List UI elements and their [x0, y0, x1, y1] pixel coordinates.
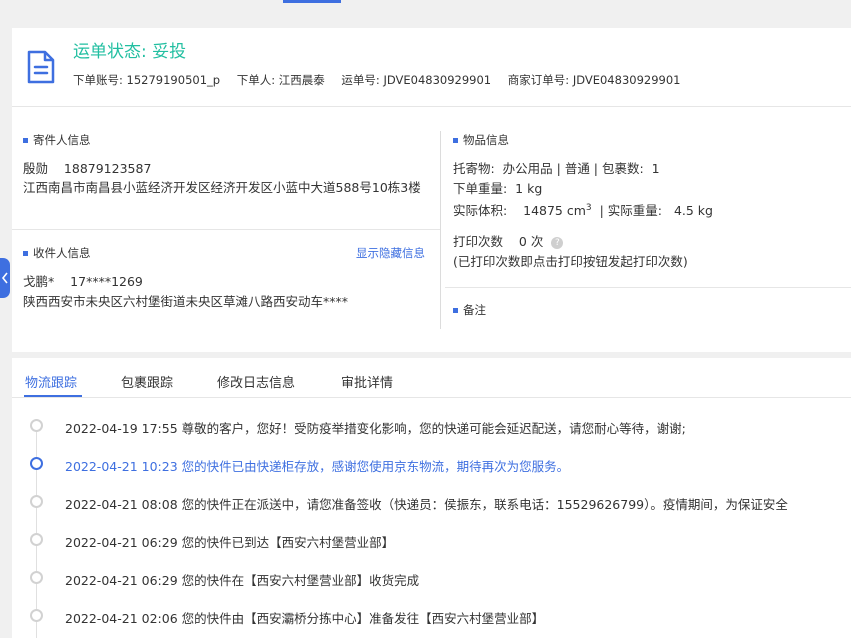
goods-item: 托寄物: 办公用品 | 普通 | 包裹数: 1 — [453, 161, 660, 176]
contacts-column: 寄件人信息 殷勋 18879123587 江西南昌市南昌县小蓝经济开发区经济开发… — [12, 107, 440, 353]
timeline-text: 您的快件已由快递柜存放，感谢您使用京东物流，期待再次为您服务。 — [181, 459, 570, 474]
package-count: 1 — [651, 161, 660, 176]
timeline-text: 尊敬的客户，您好！受防疫举措变化影响，您的快递可能会延迟配送，请您耐心等待，谢谢… — [181, 421, 686, 436]
print-count: 打印次数 0 次 ? — [453, 233, 564, 250]
receiver-phone: 17****1269 — [70, 274, 143, 289]
status-value: 妥投 — [152, 42, 187, 62]
tracking-card: 物流跟踪 包裹跟踪 修改日志信息 审批详情 2022-04-19 17:55 尊… — [12, 358, 851, 638]
status-label: 运单状态: — [73, 42, 147, 62]
timeline-text: 您的快件由【西安灞桥分拣中心】准备发往【西安六村堡营业部】 — [181, 611, 545, 626]
timeline-item: 2022-04-21 02:06 您的快件由【西安灞桥分拣中心】准备发往【西安六… — [12, 609, 851, 638]
section-marker-icon — [23, 250, 28, 256]
print-count-value: 0 次 — [518, 234, 544, 249]
tab-package-tracking[interactable]: 包裹跟踪 — [121, 372, 173, 391]
column-divider — [440, 131, 441, 329]
timeline-dot-icon — [30, 419, 43, 432]
timeline-item: 2022-04-21 08:08 您的快件正在派送中，请您准备签收（快递员：侯振… — [12, 495, 851, 533]
goods-section-title: 物品信息 — [453, 132, 509, 148]
order-weight: 下单重量: 1 kg — [453, 181, 543, 196]
help-icon[interactable]: ? — [551, 237, 564, 249]
chevron-left-icon — [1, 272, 8, 284]
sender-name: 殷勋 — [23, 161, 49, 176]
print-count-note: (已打印次数即点击打印按钮发起打印次数) — [453, 254, 688, 269]
active-tab-underline — [24, 395, 82, 397]
divider — [445, 287, 851, 288]
receiver-section-title: 收件人信息 — [23, 245, 91, 261]
waybill-header: 运单状态: 妥投 下单账号: 15279190501_p 下单人: 江西晨泰 运… — [12, 28, 851, 106]
top-strip — [0, 0, 851, 28]
timeline-dot-icon — [30, 533, 43, 546]
tab-approval-details[interactable]: 审批详情 — [341, 372, 393, 391]
timeline-time: 2022-04-21 02:06 — [65, 611, 178, 626]
receiver-contact: 戈鹏* 17****1269 — [23, 273, 143, 290]
timeline-time: 2022-04-21 06:29 — [65, 573, 178, 588]
actual-volume-weight: 实际体积: 14875 cm3 | 实际重量: 4.5 kg — [453, 203, 713, 219]
tab-change-log[interactable]: 修改日志信息 — [217, 372, 295, 391]
receiver-address: 陕西西安市未央区六村堡街道未央区草滩八路西安动车**** — [23, 294, 349, 309]
waybill-number: 运单号: JDVE04830929901 — [341, 73, 492, 87]
section-marker-icon — [453, 137, 458, 143]
timeline-time: 2022-04-21 08:08 — [65, 497, 178, 512]
timeline-dot-icon — [30, 495, 43, 508]
show-hidden-info-link[interactable]: 显示隐藏信息 — [356, 245, 425, 261]
sender-address: 江西南昌市南昌县小蓝经济开发区经济开发区小蓝中大道588号10栋3楼 — [23, 180, 421, 195]
timeline-dot-icon — [30, 609, 43, 622]
sender-contact: 殷勋 18879123587 — [23, 160, 151, 177]
timeline-dot-icon — [30, 457, 43, 470]
waybill-meta: 下单账号: 15279190501_p 下单人: 江西晨泰 运单号: JDVE0… — [73, 72, 693, 88]
timeline-item: 2022-04-21 06:29 您的快件已到达【西安六村堡营业部】 — [12, 533, 851, 571]
timeline-text: 您的快件已到达【西安六村堡营业部】 — [181, 535, 395, 550]
info-card: 寄件人信息 殷勋 18879123587 江西南昌市南昌县小蓝经济开发区经济开发… — [12, 106, 851, 352]
order-account: 下单账号: 15279190501_p — [73, 73, 221, 87]
top-tab-indicator — [283, 0, 341, 3]
actual-weight-value: 4.5 kg — [673, 203, 713, 219]
timeline-item: 2022-04-21 06:29 您的快件在【西安六村堡营业部】收货完成 — [12, 571, 851, 609]
timeline-text: 您的快件在【西安六村堡营业部】收货完成 — [181, 573, 420, 588]
timeline-time: 2022-04-21 10:23 — [65, 459, 178, 474]
merchant-order-number: 商家订单号: JDVE04830929901 — [507, 73, 681, 87]
timeline-text: 您的快件正在派送中，请您准备签收（快递员：侯振东，联系电话：1552962679… — [181, 497, 788, 512]
remark-section-title: 备注 — [453, 302, 486, 318]
timeline-time: 2022-04-19 17:55 — [65, 421, 178, 436]
timeline-time: 2022-04-21 06:29 — [65, 535, 178, 550]
sidebar-collapse-tab[interactable] — [0, 258, 10, 298]
timeline-item: 2022-04-21 10:23 您的快件已由快递柜存放，感谢您使用京东物流，期… — [12, 457, 851, 495]
order-person: 下单人: 江西晨泰 — [236, 73, 325, 87]
section-marker-icon — [23, 137, 28, 143]
tracking-tabs: 物流跟踪 包裹跟踪 修改日志信息 审批详情 — [12, 358, 851, 398]
tab-logistics-tracking[interactable]: 物流跟踪 — [25, 372, 77, 391]
waybill-status: 运单状态: 妥投 — [73, 37, 186, 62]
divider — [12, 229, 440, 230]
document-icon — [26, 50, 56, 84]
sender-phone: 18879123587 — [63, 161, 152, 176]
timeline-dot-icon — [30, 571, 43, 584]
timeline-item: 2022-04-19 17:55 尊敬的客户，您好！受防疫举措变化影响，您的快递… — [12, 419, 851, 457]
section-marker-icon — [453, 307, 458, 313]
goods-column: 物品信息 托寄物: 办公用品 | 普通 | 包裹数: 1 下单重量: 1 kg … — [445, 107, 851, 353]
receiver-name: 戈鹏* — [23, 274, 55, 289]
volume-unit-sup: 3 — [585, 203, 592, 213]
sender-section-title: 寄件人信息 — [23, 132, 91, 148]
volume-value: 14875 cm — [523, 203, 586, 219]
